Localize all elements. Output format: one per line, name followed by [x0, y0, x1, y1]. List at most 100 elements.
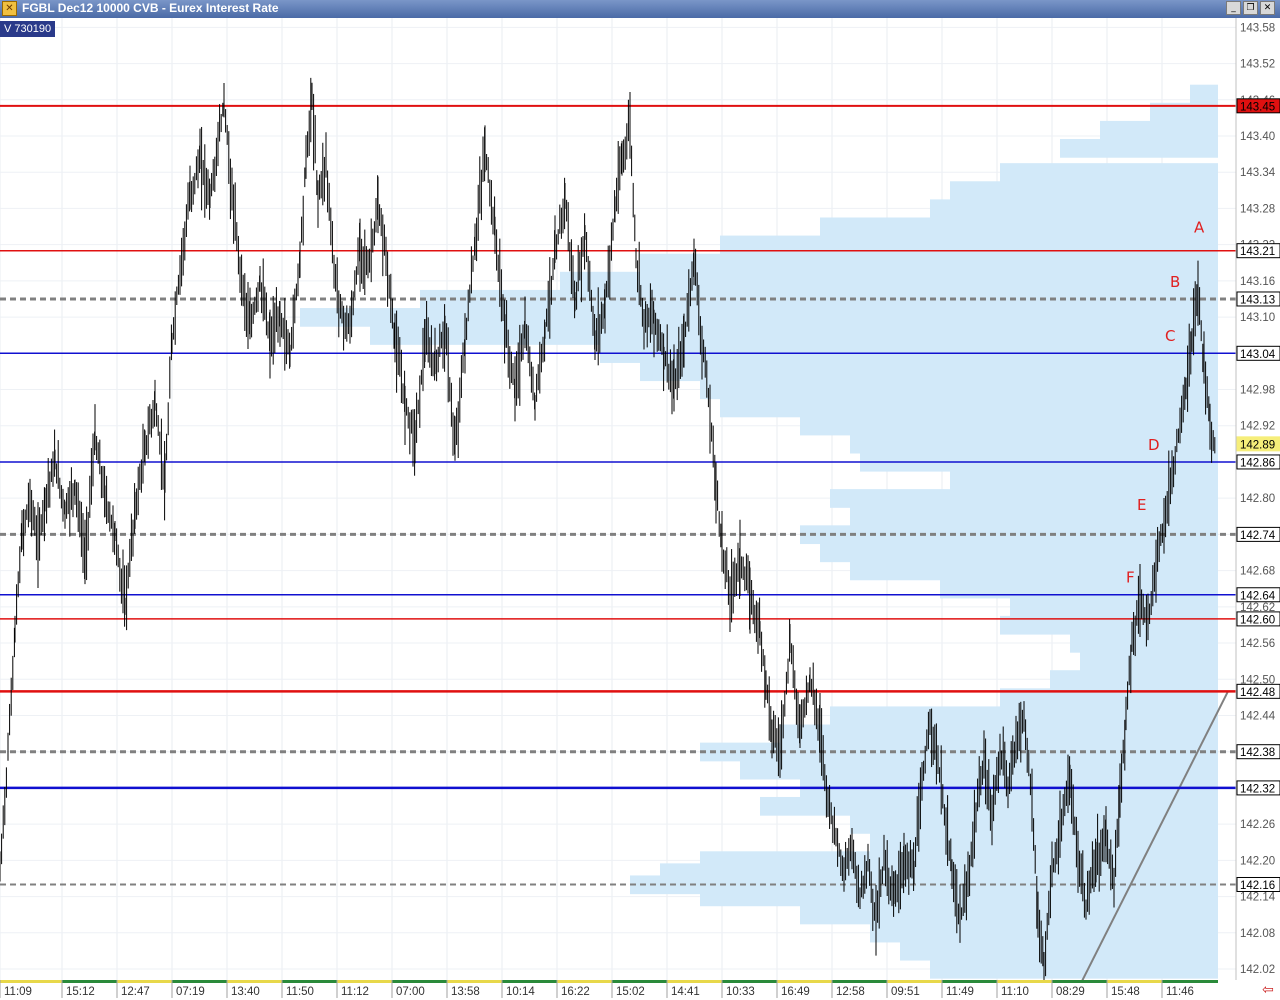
- volume-profile-row: [1080, 652, 1218, 671]
- y-tick-label: 143.10: [1240, 312, 1275, 324]
- close-icon[interactable]: ✕: [1260, 1, 1275, 15]
- volume-profile-row: [300, 308, 1218, 327]
- window-titlebar: ✕ FGBL Dec12 10000 CVB - Eurex Interest …: [0, 0, 1280, 18]
- volume-profile-row: [700, 887, 1218, 907]
- session-strip: [447, 980, 502, 983]
- volume-profile-row: [560, 271, 1218, 291]
- y-tick-label: 143.58: [1240, 22, 1275, 34]
- volume-profile-row: [1000, 163, 1218, 182]
- level-tag-label: 142.74: [1240, 530, 1276, 542]
- window-title: FGBL Dec12 10000 CVB - Eurex Interest Ra…: [22, 1, 279, 15]
- session-strip: [1162, 980, 1218, 983]
- y-tick-label: 142.14: [1240, 892, 1276, 904]
- x-tick-label: 10:14: [506, 986, 535, 998]
- x-tick-label: 10:33: [726, 986, 755, 998]
- x-tick-label: 14:41: [671, 986, 700, 998]
- x-tick-label: 11:46: [1166, 986, 1194, 998]
- y-tick-label: 142.08: [1240, 928, 1275, 940]
- volume-readout: V 730190: [0, 21, 56, 37]
- level-tag-label: 143.13: [1240, 294, 1275, 306]
- session-strip: [392, 980, 447, 983]
- session-strip: [887, 980, 942, 983]
- x-tick-label: 12:58: [836, 986, 865, 998]
- x-tick-label: 11:49: [946, 986, 974, 998]
- y-tick-label: 143.40: [1240, 131, 1275, 143]
- session-strip: [502, 980, 557, 983]
- level-tag-label: 143.45: [1240, 101, 1275, 113]
- x-tick-label: 11:50: [286, 986, 314, 998]
- volume-profile-row: [830, 489, 1218, 508]
- x-tick-label: 09:51: [891, 986, 920, 998]
- session-strip: [557, 980, 612, 983]
- volume-profile-row: [370, 326, 1218, 345]
- volume-profile-row: [640, 362, 1218, 382]
- level-tag-label: 142.86: [1240, 457, 1275, 469]
- x-tick-label: 07:00: [396, 986, 425, 998]
- y-tick-label: 142.98: [1240, 385, 1275, 397]
- session-strip: [667, 980, 722, 983]
- x-tick-label: 07:19: [176, 986, 205, 998]
- y-tick-label: 142.92: [1240, 421, 1275, 433]
- chart-app-icon[interactable]: ✕: [2, 1, 17, 16]
- price-chart[interactable]: ABCDEF143.58143.52143.46143.40143.34143.…: [0, 18, 1280, 1000]
- annotation-f: F: [1126, 569, 1135, 587]
- volume-profile-row: [850, 561, 1218, 581]
- volume-profile-row: [870, 833, 1218, 852]
- y-tick-label: 142.80: [1240, 493, 1275, 505]
- x-tick-label: 11:09: [4, 986, 32, 998]
- annotation-a: A: [1194, 219, 1205, 237]
- volume-profile-row: [820, 217, 1218, 237]
- session-strip: [337, 980, 392, 983]
- volume-profile-row: [720, 235, 1218, 255]
- volume-profile-row: [950, 471, 1218, 490]
- x-tick-label: 16:22: [561, 986, 590, 998]
- scroll-left-arrow-icon[interactable]: ⇦: [1262, 983, 1274, 997]
- volume-profile-row: [1190, 84, 1218, 104]
- y-tick-label: 143.16: [1240, 276, 1275, 288]
- session-strip: [722, 980, 777, 983]
- y-tick-label: 142.56: [1240, 638, 1275, 650]
- volume-profile-row: [850, 434, 1218, 454]
- session-strip: [282, 980, 337, 983]
- session-strip: [997, 980, 1052, 983]
- volume-profile-row: [1050, 670, 1218, 689]
- volume-profile-row: [1060, 139, 1218, 158]
- level-tag-label: 142.64: [1240, 590, 1276, 602]
- volume-profile-row: [950, 181, 1218, 200]
- x-tick-label: 08:29: [1056, 986, 1085, 998]
- session-strip: [777, 980, 832, 983]
- level-tag-label: 143.04: [1240, 349, 1276, 361]
- volume-profile-row: [820, 543, 1218, 563]
- y-tick-label: 142.20: [1240, 855, 1275, 867]
- annotation-c: C: [1165, 327, 1175, 345]
- volume-profile-row: [800, 416, 1218, 436]
- y-tick-label: 142.44: [1240, 710, 1276, 722]
- restore-icon[interactable]: ❐: [1243, 1, 1258, 15]
- session-strip: [117, 980, 172, 983]
- level-tag-label: 142.16: [1240, 880, 1275, 892]
- x-tick-label: 15:12: [66, 986, 95, 998]
- session-strip: [0, 980, 62, 983]
- level-tag-label: 142.60: [1240, 614, 1275, 626]
- x-tick-label: 16:49: [781, 986, 810, 998]
- level-tag-label: 142.32: [1240, 783, 1275, 795]
- volume-profile-row: [640, 253, 1218, 273]
- level-tag-label: 142.48: [1240, 687, 1275, 699]
- y-tick-label: 143.34: [1240, 167, 1276, 179]
- x-tick-label: 15:02: [616, 986, 645, 998]
- volume-profile-row: [1070, 633, 1218, 653]
- minimize-icon[interactable]: _: [1226, 1, 1241, 15]
- volume-profile-row: [940, 579, 1218, 599]
- annotation-b: B: [1170, 273, 1180, 291]
- session-strip: [62, 980, 117, 983]
- session-strip: [832, 980, 887, 983]
- x-tick-label: 11:10: [1001, 986, 1029, 998]
- x-tick-label: 15:48: [1111, 986, 1140, 998]
- annotation-d: D: [1148, 436, 1160, 454]
- session-strip: [612, 980, 667, 983]
- x-tick-label: 13:40: [231, 986, 260, 998]
- volume-profile-row: [720, 398, 1218, 418]
- volume-profile-row: [900, 941, 1218, 961]
- volume-profile-row: [930, 199, 1218, 219]
- x-tick-label: 11:12: [341, 986, 369, 998]
